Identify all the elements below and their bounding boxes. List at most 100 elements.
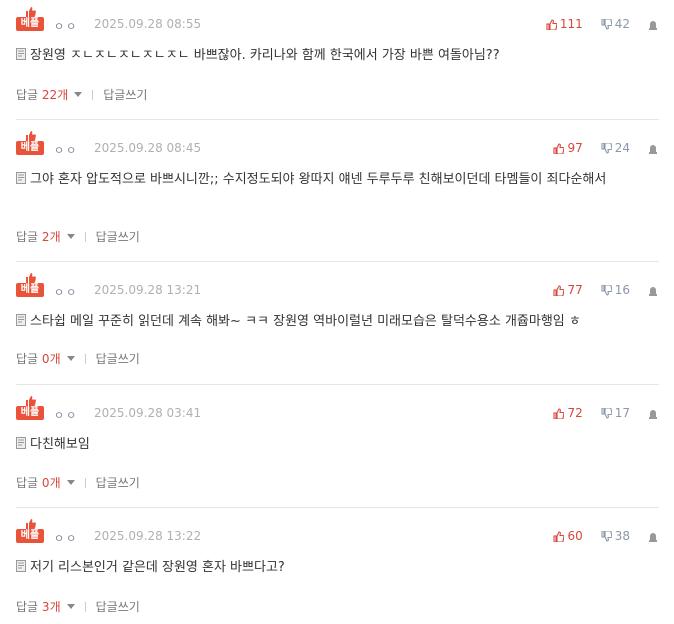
thumbs-down-icon xyxy=(601,18,612,30)
upvote-button[interactable]: 97 xyxy=(553,141,583,155)
best-badge-label: 베플 xyxy=(16,406,44,420)
downvote-count: 42 xyxy=(614,17,630,31)
upvote-count: 111 xyxy=(559,17,583,31)
reply-actions: 답글 22개 답글쓰기 xyxy=(16,86,147,103)
reply-actions: 답글 0개 답글쓰기 xyxy=(16,350,140,367)
write-reply-button[interactable]: 답글쓰기 xyxy=(103,86,147,103)
nickname[interactable]: ㅇㅇ xyxy=(54,530,78,546)
best-badge-label: 베플 xyxy=(16,17,44,31)
nickname[interactable]: ㅇㅇ xyxy=(54,18,78,34)
divider xyxy=(84,353,86,364)
nickname[interactable]: ㅇㅇ xyxy=(54,142,78,158)
thumbs-up-icon xyxy=(26,519,36,529)
siren-icon xyxy=(649,532,657,542)
write-reply-button[interactable]: 답글쓰기 xyxy=(96,228,140,245)
reply-toggle[interactable]: 답글 0개 xyxy=(16,350,61,367)
document-icon xyxy=(16,48,26,60)
upvote-button[interactable]: 77 xyxy=(553,283,583,297)
reply-count-suffix: 개 xyxy=(49,230,61,244)
comment-text: 다친해보임 xyxy=(16,435,636,455)
comment-item: 베플 ㅇㅇ 2025.09.28 13:21 77 16 스타쉽 메일 꾸준히 … xyxy=(0,272,674,382)
chevron-down-icon[interactable] xyxy=(74,92,83,97)
thumbs-up-icon xyxy=(26,273,36,283)
nickname[interactable]: ㅇㅇ xyxy=(54,284,78,300)
downvote-count: 16 xyxy=(614,283,630,297)
best-badge-label: 베플 xyxy=(16,283,44,297)
reply-actions: 답글 0개 답글쓰기 xyxy=(16,474,140,491)
chevron-down-icon[interactable] xyxy=(66,480,75,485)
report-button[interactable] xyxy=(648,142,658,154)
reply-toggle[interactable]: 답글 22개 xyxy=(16,86,68,103)
siren-icon xyxy=(649,409,657,419)
divider xyxy=(16,384,659,385)
comment-body: 저기 리스본인거 같은데 장원영 혼자 바쁘다고? xyxy=(30,560,285,575)
reply-label: 답글 xyxy=(16,88,39,102)
write-reply-button[interactable]: 답글쓰기 xyxy=(96,598,140,615)
thumbs-down-icon xyxy=(601,407,612,419)
vote-area: 77 16 xyxy=(553,281,658,299)
chevron-down-icon[interactable] xyxy=(66,604,75,609)
upvote-count: 97 xyxy=(567,141,583,155)
write-reply-button[interactable]: 답글쓰기 xyxy=(96,474,140,491)
reply-label: 답글 xyxy=(16,476,39,490)
thumbs-down-icon xyxy=(601,284,612,296)
upvote-count: 77 xyxy=(567,283,583,297)
downvote-count: 17 xyxy=(614,406,630,420)
comment-date: 2025.09.28 08:55 xyxy=(94,17,202,31)
divider xyxy=(16,507,659,508)
write-reply-button[interactable]: 답글쓰기 xyxy=(96,350,140,367)
chevron-down-icon[interactable] xyxy=(66,356,75,361)
comment-item: 베플 ㅇㅇ 2025.09.28 08:45 97 24 그야 혼자 압도적으로… xyxy=(0,130,674,260)
divider xyxy=(84,231,86,242)
downvote-button[interactable]: 17 xyxy=(601,406,630,420)
report-button[interactable] xyxy=(648,18,658,30)
nickname[interactable]: ㅇㅇ xyxy=(54,407,78,423)
upvote-count: 60 xyxy=(567,529,583,543)
downvote-button[interactable]: 24 xyxy=(601,141,630,155)
vote-area: 72 17 xyxy=(553,404,658,422)
comment-text: 그야 혼자 압도적으로 바쁘시니깐;; 수지정도되야 왕따지 얘넨 두루두루 친… xyxy=(16,170,636,190)
reply-toggle[interactable]: 답글 3개 xyxy=(16,598,61,615)
comment-text: 저기 리스본인거 같은데 장원영 혼자 바쁘다고? xyxy=(16,558,636,578)
vote-area: 97 24 xyxy=(553,139,658,157)
upvote-button[interactable]: 72 xyxy=(553,406,583,420)
comment-body: 그야 혼자 압도적으로 바쁘시니깐;; 수지정도되야 왕따지 얘넨 두루두루 친… xyxy=(30,172,607,187)
downvote-button[interactable]: 38 xyxy=(601,529,630,543)
report-button[interactable] xyxy=(648,284,658,296)
divider xyxy=(84,601,86,612)
reply-label: 답글 xyxy=(16,230,39,244)
downvote-count: 24 xyxy=(614,141,630,155)
reply-toggle[interactable]: 답글 0개 xyxy=(16,474,61,491)
vote-area: 111 42 xyxy=(546,15,658,33)
reply-toggle[interactable]: 답글 2개 xyxy=(16,228,61,245)
thumbs-up-icon xyxy=(553,407,565,419)
comment-text: 장원영 ㅈㄴㅈㄴㅈㄴㅈㄴㅈㄴ 바쁘잖아. 카리나와 함께 한국에서 가장 바쁜 … xyxy=(16,46,636,66)
divider xyxy=(16,261,659,262)
upvote-button[interactable]: 111 xyxy=(546,17,583,31)
divider xyxy=(16,119,659,120)
vote-area: 60 38 xyxy=(553,527,658,545)
upvote-button[interactable]: 60 xyxy=(553,529,583,543)
comment-item: 베플 ㅇㅇ 2025.09.28 03:41 72 17 다친해보임 답글 0개… xyxy=(0,395,674,505)
report-button[interactable] xyxy=(648,407,658,419)
reply-count-suffix: 개 xyxy=(57,88,69,102)
best-badge: 베플 xyxy=(16,130,44,158)
best-badge: 베플 xyxy=(16,395,44,423)
document-icon xyxy=(16,560,26,572)
document-icon xyxy=(16,437,26,449)
reply-actions: 답글 2개 답글쓰기 xyxy=(16,228,140,245)
thumbs-up-icon xyxy=(553,142,565,154)
reply-count-suffix: 개 xyxy=(49,476,61,490)
thumbs-down-icon xyxy=(601,142,612,154)
best-badge-label: 베플 xyxy=(16,141,44,155)
comment-text: 스타쉽 메일 꾸준히 읽던데 계속 해봐~ ㅋㅋ 장원영 역바이럴년 미래모습은… xyxy=(16,312,636,332)
best-badge: 베플 xyxy=(16,272,44,300)
chevron-down-icon[interactable] xyxy=(66,234,75,239)
downvote-button[interactable]: 42 xyxy=(601,17,630,31)
downvote-button[interactable]: 16 xyxy=(601,283,630,297)
upvote-count: 72 xyxy=(567,406,583,420)
document-icon xyxy=(16,172,26,184)
thumbs-down-icon xyxy=(601,530,612,542)
reply-count: 2개 xyxy=(42,230,61,244)
report-button[interactable] xyxy=(648,530,658,542)
